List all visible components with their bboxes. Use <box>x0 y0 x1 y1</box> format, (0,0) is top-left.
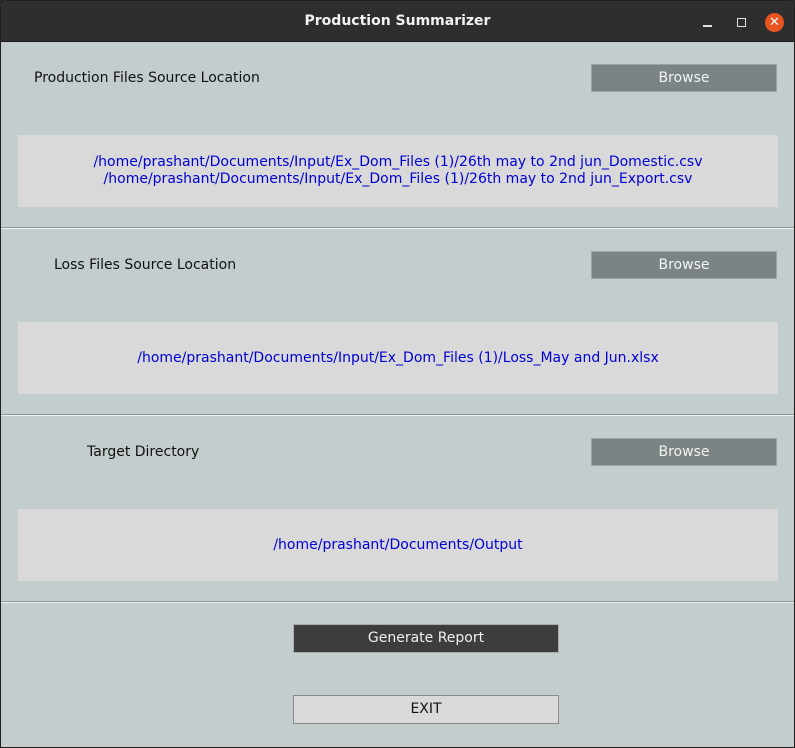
app-window: Production Summarizer ✕ Production Files… <box>0 0 795 748</box>
title-bar[interactable]: Production Summarizer ✕ <box>1 1 794 42</box>
production-file-path: /home/prashant/Documents/Input/Ex_Dom_Fi… <box>93 154 703 170</box>
target-directory-label: Target Directory <box>87 444 200 460</box>
close-icon[interactable]: ✕ <box>765 13 784 32</box>
target-directory-path: /home/prashant/Documents/Output <box>273 536 523 553</box>
generate-report-button[interactable]: Generate Report <box>293 624 559 653</box>
production-files-path-box: /home/prashant/Documents/Input/Ex_Dom_Fi… <box>18 135 778 207</box>
loss-file-path: /home/prashant/Documents/Input/Ex_Dom_Fi… <box>137 349 659 366</box>
window-title: Production Summarizer <box>304 13 491 29</box>
section-divider <box>1 601 794 603</box>
target-directory-path-box: /home/prashant/Documents/Output <box>18 509 778 581</box>
production-files-label: Production Files Source Location <box>34 70 260 86</box>
target-browse-button[interactable]: Browse <box>591 438 777 466</box>
production-browse-button[interactable]: Browse <box>591 64 777 92</box>
loss-files-label: Loss Files Source Location <box>54 257 237 273</box>
loss-browse-button[interactable]: Browse <box>591 251 777 279</box>
section-divider <box>1 227 794 229</box>
exit-button[interactable]: EXIT <box>293 695 559 724</box>
production-file-path: /home/prashant/Documents/Input/Ex_Dom_Fi… <box>103 171 693 187</box>
section-divider <box>1 414 794 416</box>
loss-files-path-box: /home/prashant/Documents/Input/Ex_Dom_Fi… <box>18 322 778 394</box>
maximize-icon[interactable] <box>732 13 750 31</box>
minimize-icon[interactable] <box>698 13 716 31</box>
